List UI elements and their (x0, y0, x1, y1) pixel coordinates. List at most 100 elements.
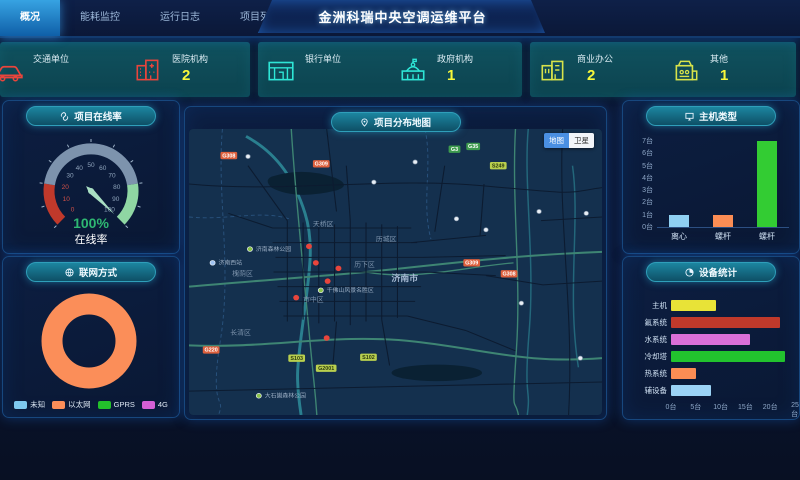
svg-text:10: 10 (63, 196, 71, 203)
pie-chart-icon (685, 268, 694, 277)
road-shield: G3 (449, 146, 461, 153)
svg-text:50: 50 (87, 162, 95, 169)
map-poi-dot[interactable] (247, 247, 252, 252)
map-viewport[interactable]: G308 G309 S249 G3 G35 G309 G308 S103 G20… (189, 129, 602, 415)
device-stat-label: 热系统 (629, 368, 671, 379)
gauge-value: 100% (73, 215, 109, 231)
device-stat-label: 辅设备 (629, 385, 671, 396)
road-shield: G309 (463, 259, 480, 266)
device-stat-track (671, 351, 795, 362)
device-stats-chart: 主机氟系统水系统冷却塔热系统辅设备 0台5台10台15台20台25台 (629, 297, 795, 413)
svg-text:G308: G308 (502, 272, 515, 278)
stat-label: 医院机构 (172, 55, 208, 65)
panel-device-stats: 设备统计 主机氟系统水系统冷却塔热系统辅设备 0台5台10台15台20台25台 (622, 256, 800, 420)
tab-run-log[interactable]: 运行日志 (140, 0, 220, 36)
panel-online-rate: 项目在线率 100% 在线率 0102030405060708090100 (2, 100, 180, 254)
stat-value (33, 68, 69, 84)
x-axis-category: 螺杆 (759, 231, 775, 242)
road-shield: S102 (360, 354, 377, 361)
x-axis-tick: 25台 (791, 402, 799, 419)
road-shield: S249 (490, 162, 507, 169)
map-district-label: 历城区 (376, 235, 397, 243)
svg-text:0: 0 (71, 206, 75, 213)
legend-label: 未知 (30, 399, 45, 410)
map-pin-icon (360, 118, 369, 127)
map-poi-dot[interactable] (318, 288, 323, 293)
svg-text:S103: S103 (290, 356, 303, 362)
device-stat-label: 冷却塔 (629, 351, 671, 362)
stat-bank: 银行单位 (258, 42, 390, 97)
office-icon (538, 56, 568, 84)
x-axis-tick: 15台 (738, 402, 753, 412)
tab-overview[interactable]: 概况 (0, 0, 60, 36)
map-type-toggle: 地图 卫星 (544, 133, 594, 148)
y-axis-tick: 3台 (642, 185, 653, 195)
tab-energy-monitor[interactable]: 能耗监控 (60, 0, 140, 36)
bank-icon (266, 56, 296, 84)
device-stat-track (671, 317, 795, 328)
y-axis-tick: 2台 (642, 197, 653, 207)
hospital-icon (133, 56, 163, 84)
road-shield: G35 (466, 143, 480, 150)
panel-online-rate-header: 项目在线率 (26, 106, 156, 126)
stat-value: 1 (437, 68, 473, 85)
y-axis-tick: 1台 (642, 210, 653, 220)
map-poi-dot[interactable] (210, 260, 215, 265)
map-canvas[interactable]: G308 G309 S249 G3 G35 G309 G308 S103 G20… (189, 129, 602, 415)
road-shield: G308 (501, 270, 518, 277)
x-axis-tick: 10台 (713, 402, 728, 412)
stat-value: 2 (577, 68, 613, 85)
top-nav-bar: 概况 能耗监控 运行日志 项目列表 视频监控 金洲科瑞中央空调运维平台 (0, 0, 800, 38)
host-type-categories: 离心螺杆螺杆 (657, 231, 789, 242)
host-type-chart: 0台1台2台3台4台5台6台7台 离心螺杆螺杆 (631, 141, 791, 245)
gauge-label: 在线率 (75, 232, 108, 246)
panel-project-map: 项目分布地图 地图 卫星 (184, 106, 607, 420)
legend-item[interactable]: 未知 (14, 399, 45, 410)
legend-item[interactable]: 4G (142, 399, 168, 410)
stat-label: 政府机构 (437, 55, 473, 65)
device-stat-label: 主机 (629, 300, 671, 311)
platform-title-panel: 金洲科瑞中央空调运维平台 (258, 0, 547, 34)
road-shield: G220 (203, 346, 220, 353)
device-stat-row: 冷却塔 (629, 348, 795, 364)
device-stat-row: 水系统 (629, 331, 795, 347)
monitor-icon (685, 112, 694, 121)
stat-label: 商业办公 (577, 55, 613, 65)
svg-text:G35: G35 (468, 144, 478, 150)
map-district-label: 市中区 (303, 295, 324, 304)
stat-value: 1 (710, 68, 728, 85)
panel-title: 项目分布地图 (374, 115, 431, 129)
map-poi-dot[interactable] (256, 393, 261, 398)
legend-item[interactable]: 以太网 (52, 399, 91, 410)
svg-text:90: 90 (112, 196, 120, 203)
device-stat-bar (671, 317, 780, 328)
y-axis-tick: 0台 (642, 222, 653, 232)
satellite-button[interactable]: 卫星 (569, 133, 594, 148)
stat-card-transport-hospital: 交通单位 医院机构 2 (0, 42, 250, 97)
map-district-label: 天桥区 (313, 219, 334, 228)
svg-text:S249: S249 (492, 164, 505, 170)
map-district-label: 历下区 (354, 261, 375, 269)
globe-icon (65, 268, 74, 277)
device-stat-bar (671, 300, 716, 311)
host-type-bar (713, 215, 733, 227)
panel-title: 设备统计 (699, 265, 737, 279)
stat-value: 2 (172, 68, 208, 85)
online-rate-gauge: 100% 在线率 0102030405060708090100 (3, 129, 179, 247)
legend-item[interactable]: GPRS (98, 399, 135, 410)
device-stat-row: 辅设备 (629, 382, 795, 398)
link-icon (60, 112, 69, 121)
device-stat-row: 氟系统 (629, 314, 795, 330)
svg-text:G2001: G2001 (318, 366, 334, 372)
government-icon (398, 56, 428, 84)
svg-text:30: 30 (66, 173, 74, 180)
map-button[interactable]: 地图 (544, 133, 569, 148)
panel-project-map-header: 项目分布地图 (331, 112, 461, 132)
y-axis-tick: 4台 (642, 173, 653, 183)
legend-swatch (98, 401, 111, 409)
x-axis-category: 离心 (671, 231, 687, 242)
svg-text:S102: S102 (362, 355, 375, 361)
factory-icon (671, 56, 701, 84)
dashboard-root: { "header": { "tabs": [ {"label": "概况", … (0, 0, 800, 480)
stat-government: 政府机构 1 (390, 42, 522, 97)
